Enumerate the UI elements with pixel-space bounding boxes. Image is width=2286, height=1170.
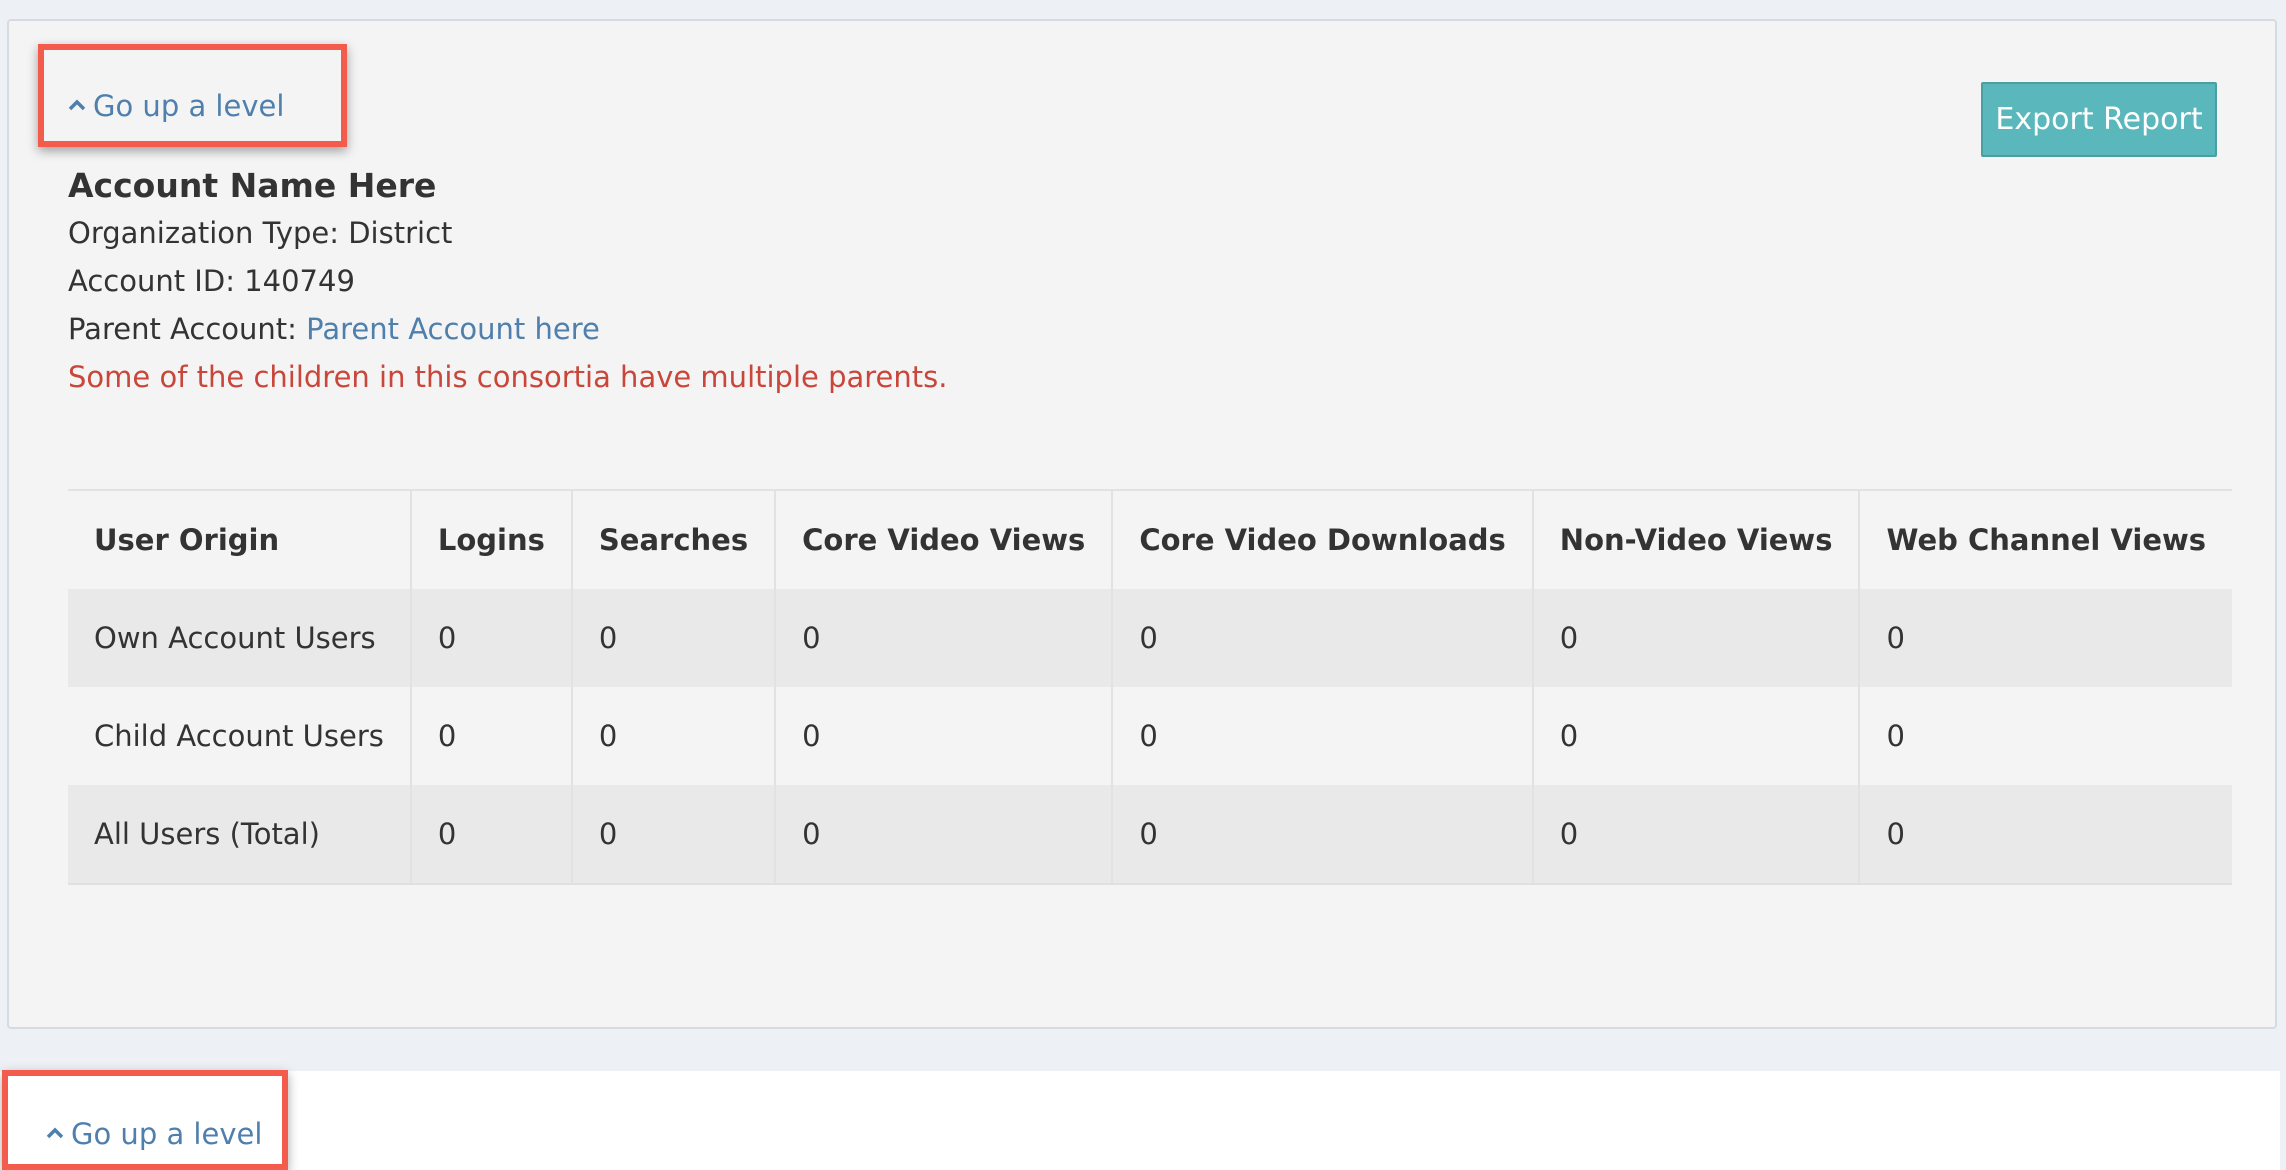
go-up-level-link-bottom[interactable]: Go up a level — [46, 1117, 262, 1151]
parent-account-link[interactable]: Parent Account here — [306, 312, 600, 346]
table-cell: 0 — [571, 785, 777, 885]
organization-type-label: Organization Type: — [68, 216, 349, 250]
go-up-level-label: Go up a level — [71, 1117, 263, 1151]
account-name: Account Name Here — [68, 166, 437, 205]
chevron-up-icon — [68, 99, 86, 111]
parent-account: Parent Account: Parent Account here — [68, 312, 600, 346]
table-cell: 0 — [1532, 687, 1861, 785]
column-header-core-video-views: Core Video Views — [775, 490, 1114, 589]
table-cell: 0 — [410, 687, 573, 785]
table-cell: 0 — [775, 785, 1114, 885]
multiple-parents-warning: Some of the children in this consortia h… — [68, 360, 948, 394]
account-id: Account ID: 140749 — [68, 264, 355, 298]
parent-account-label: Parent Account: — [68, 312, 307, 346]
table-cell: Child Account Users — [68, 687, 412, 785]
column-header-searches: Searches — [571, 490, 777, 589]
account-id-label: Account ID: — [68, 264, 245, 298]
table-cell: 0 — [571, 687, 777, 785]
table-cell: 0 — [1112, 687, 1534, 785]
table-cell: 0 — [410, 785, 573, 885]
export-report-button[interactable]: Export Report — [1981, 82, 2217, 157]
column-header-user-origin: User Origin — [68, 490, 412, 589]
table-row: Own Account Users 0 0 0 0 0 0 — [68, 589, 2233, 687]
table-cell: 0 — [1112, 589, 1534, 687]
table-cell: 0 — [775, 589, 1114, 687]
table-cell: 0 — [1859, 589, 2233, 687]
organization-type-value: District — [348, 216, 453, 250]
table-cell: 0 — [1112, 785, 1534, 885]
table-header-row: User Origin Logins Searches Core Video V… — [68, 490, 2233, 589]
table-cell: 0 — [1532, 589, 1861, 687]
organization-type: Organization Type: District — [68, 216, 452, 250]
table-row: Child Account Users 0 0 0 0 0 0 — [68, 687, 2233, 785]
table-cell: 0 — [1532, 785, 1861, 885]
table-cell: All Users (Total) — [68, 785, 412, 885]
usage-stats-table: User Origin Logins Searches Core Video V… — [68, 489, 2233, 885]
account-id-value: 140749 — [244, 264, 355, 298]
table-cell: Own Account Users — [68, 589, 412, 687]
table-cell: 0 — [775, 687, 1114, 785]
go-up-level-link-top[interactable]: Go up a level — [68, 89, 284, 123]
bottom-panel — [0, 1071, 2280, 1170]
go-up-level-label: Go up a level — [93, 89, 285, 123]
table-row: All Users (Total) 0 0 0 0 0 0 — [68, 785, 2233, 885]
table-cell: 0 — [1859, 785, 2233, 885]
table-cell: 0 — [410, 589, 573, 687]
chevron-up-icon — [46, 1127, 64, 1139]
column-header-core-video-downloads: Core Video Downloads — [1112, 490, 1534, 589]
column-header-logins: Logins — [410, 490, 573, 589]
table-cell: 0 — [571, 589, 777, 687]
column-header-web-channel-views: Web Channel Views — [1859, 490, 2233, 589]
table-cell: 0 — [1859, 687, 2233, 785]
column-header-non-video-views: Non-Video Views — [1532, 490, 1861, 589]
